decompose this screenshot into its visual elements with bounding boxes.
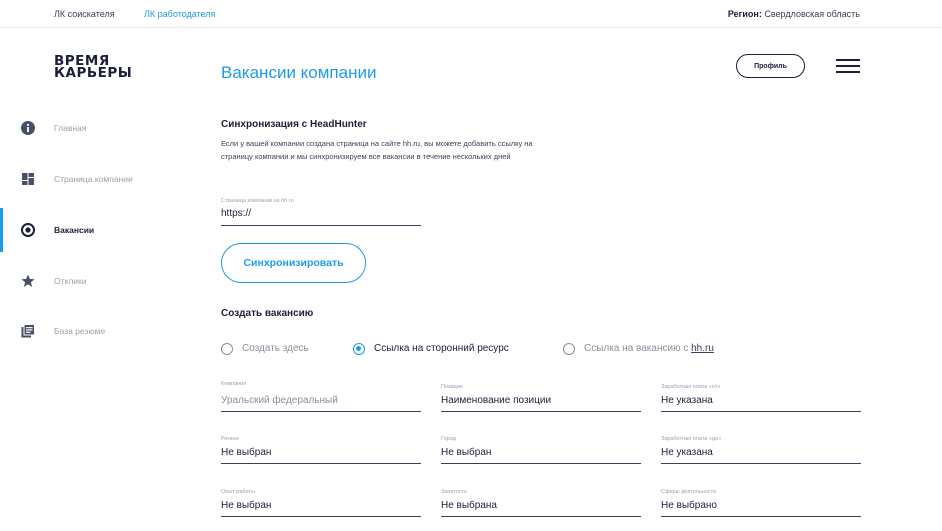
spheres-select[interactable]: Не выбрано [661,500,717,511]
company-field[interactable]: Компания Уральский федеральный [221,381,421,412]
employer-cabinet-link[interactable]: ЛК работодателя [144,9,215,19]
radio-circle[interactable] [353,343,365,355]
sidebar-item-label: Страница компании [54,174,133,184]
radio-label: Ссылка на вакансию с hh.ru [584,343,714,354]
city-field[interactable]: Город Не выбран [441,436,641,464]
top-bar: ЛК соискателя ЛК работодателя Регион: Св… [0,0,942,28]
salary-to-field-label: Заработная плата «до» [661,436,722,442]
sidebar-item-home[interactable]: Главная [0,103,200,153]
sync-description: Если у вашей компании создана страница н… [221,139,533,161]
radio-label-prefix: Ссылка на вакансию с [584,343,692,354]
salary-from-input[interactable]: Не указана [661,395,713,406]
salary-from-field[interactable]: Заработная плата «от» Не указана [661,384,861,412]
experience-field[interactable]: Опыт работы Не выбран [221,489,421,517]
company-input[interactable]: Уральский федеральный [221,395,338,406]
position-input[interactable]: Наименование позиции [441,395,551,406]
employment-select[interactable]: Не выбрана [441,500,497,511]
sidebar-item-resume-base[interactable]: База резюме [0,306,200,356]
radio-circle[interactable] [563,343,575,355]
salary-to-input[interactable]: Не указана [661,447,713,458]
profile-button[interactable]: Профиль [736,54,805,78]
city-select[interactable]: Не выбран [441,447,491,458]
hh-page-input[interactable]: https:// [221,208,251,219]
sidebar-item-responses[interactable]: Отклики [0,256,200,306]
radio-label: Создать здесь [242,343,309,354]
radio-label: Ссылка на сторонний ресурс [374,343,509,354]
position-field-label: Позиция [441,384,463,390]
region-value: Свердловская область [764,9,860,19]
salary-to-field[interactable]: Заработная плата «до» Не указана [661,436,861,464]
region-field-label: Регион [221,436,239,442]
page-title: Вакансии компании [221,63,377,82]
city-field-label: Город [441,436,456,442]
target-icon [21,223,35,237]
sidebar-item-company-page[interactable]: Страница компании [0,154,200,204]
hh-page-field[interactable]: Страница компании на hh.ru https:// [221,198,421,226]
salary-from-field-label: Заработная плата «от» [661,384,721,390]
logo-line-2: КАРЬЕРЫ [54,65,133,81]
hh-link[interactable]: hh.ru [691,343,714,354]
position-field[interactable]: Позиция Наименование позиции [441,384,641,412]
sidebar-item-label: Главная [54,123,87,133]
region-field[interactable]: Регион Не выбран [221,436,421,464]
create-section-title: Создать вакансию [221,308,314,319]
radio-circle[interactable] [221,343,233,355]
sidebar-item-label: База резюме [54,326,106,336]
menu-icon[interactable] [836,59,860,73]
logo[interactable]: ВРЕМЯ КАРЬЕРЫ [54,54,133,81]
sync-section-title: Синхронизация с HeadHunter [221,119,367,130]
region-label: Регион: [727,9,762,19]
region-selector[interactable]: Регион: Свердловская область [728,9,860,19]
library-icon [21,324,35,338]
star-icon [21,274,35,287]
dashboard-icon [22,173,34,185]
experience-select[interactable]: Не выбран [221,500,271,511]
sidebar-item-label: Вакансии [54,225,95,235]
employment-field-label: Занятость [441,489,468,495]
sidebar-item-label: Отклики [54,276,87,286]
sync-button[interactable]: Синхронизировать [221,243,366,283]
seeker-cabinet-link[interactable]: ЛК соискателя [54,9,115,19]
sidebar-item-vacancies[interactable]: Вакансии [0,205,200,255]
experience-field-label: Опыт работы [221,489,255,495]
hh-page-field-label: Страница компании на hh.ru [221,198,294,204]
region-select[interactable]: Не выбран [221,447,271,458]
info-icon [21,121,35,135]
employment-field[interactable]: Занятость Не выбрана [441,489,641,517]
company-field-label: Компания [221,381,247,387]
spheres-field[interactable]: Сферы деятельности Не выбрано [661,489,861,517]
spheres-field-label: Сферы деятельности [661,489,717,495]
